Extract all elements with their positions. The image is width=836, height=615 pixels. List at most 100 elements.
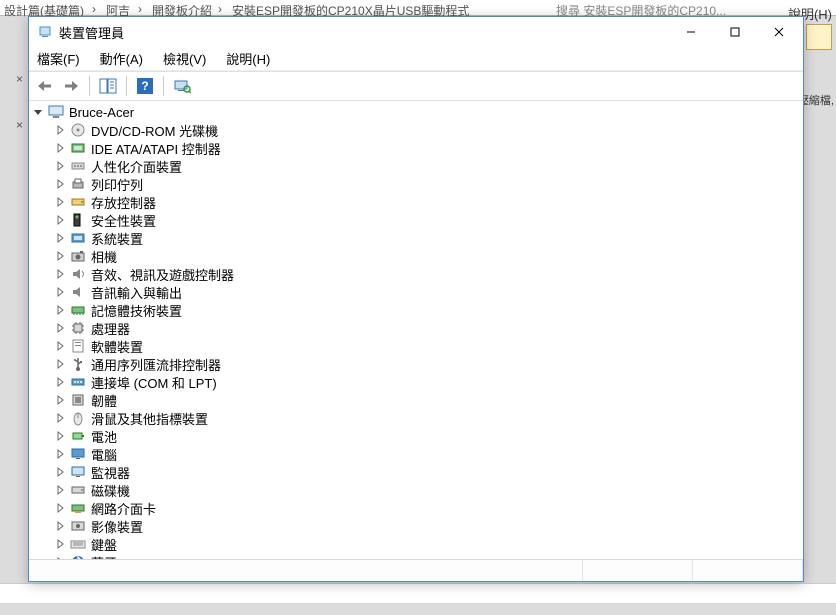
imaging-icon bbox=[69, 518, 87, 534]
toolbar-forward-button[interactable] bbox=[59, 74, 83, 98]
expander-closed-icon[interactable] bbox=[53, 159, 67, 173]
disk-icon bbox=[69, 482, 87, 498]
tree-node-mouse[interactable]: 滑鼠及其他指標裝置 bbox=[53, 409, 803, 427]
toolbar-scan-button[interactable] bbox=[170, 74, 194, 98]
menu-action[interactable]: 動作(A) bbox=[98, 47, 145, 70]
tree-node-label: 影像裝置 bbox=[91, 517, 143, 536]
storage-icon bbox=[69, 194, 87, 210]
menu-file[interactable]: 檔案(F) bbox=[35, 47, 82, 70]
minimize-button[interactable] bbox=[669, 18, 713, 46]
expander-closed-icon[interactable] bbox=[53, 357, 67, 371]
expander-closed-icon[interactable] bbox=[53, 447, 67, 461]
expander-closed-icon[interactable] bbox=[53, 519, 67, 533]
security-icon bbox=[69, 212, 87, 228]
monitor-icon bbox=[69, 446, 87, 462]
tree-node-memory[interactable]: 記憶體技術裝置 bbox=[53, 301, 803, 319]
expander-closed-icon[interactable] bbox=[53, 429, 67, 443]
tree-node-label: DVD/CD-ROM 光碟機 bbox=[91, 121, 218, 140]
background-close-x-icon: × bbox=[16, 72, 23, 86]
tree-node-label: 安全性裝置 bbox=[91, 211, 156, 230]
tree-node-computer[interactable]: 電腦 bbox=[53, 445, 803, 463]
app-icon bbox=[37, 24, 53, 40]
expander-closed-icon[interactable] bbox=[53, 231, 67, 245]
tree-node-software[interactable]: 軟體裝置 bbox=[53, 337, 803, 355]
expander-closed-icon[interactable] bbox=[53, 321, 67, 335]
tree-root-label: Bruce-Acer bbox=[69, 105, 134, 120]
firmware-icon bbox=[69, 392, 87, 408]
expander-closed-icon[interactable] bbox=[53, 537, 67, 551]
toolbar-back-button[interactable] bbox=[33, 74, 57, 98]
tree-node-battery[interactable]: 電池 bbox=[53, 427, 803, 445]
keyboard-icon bbox=[69, 536, 87, 552]
toolbar-show-hidden-button[interactable] bbox=[96, 74, 120, 98]
expander-closed-icon[interactable] bbox=[53, 177, 67, 191]
bg-arrow-icon: › bbox=[138, 2, 142, 16]
expander-closed-icon[interactable] bbox=[53, 303, 67, 317]
expander-closed-icon[interactable] bbox=[53, 483, 67, 497]
tree-node-ports[interactable]: 連接埠 (COM 和 LPT) bbox=[53, 373, 803, 391]
tree-node-label: 磁碟機 bbox=[91, 481, 130, 500]
tree-node-firmware[interactable]: 韌體 bbox=[53, 391, 803, 409]
tree-node-dvd[interactable]: DVD/CD-ROM 光碟機 bbox=[53, 121, 803, 139]
status-cell bbox=[693, 560, 803, 581]
background-side-icons bbox=[806, 24, 834, 78]
port-icon bbox=[69, 374, 87, 390]
expander-closed-icon[interactable] bbox=[53, 393, 67, 407]
camera-icon bbox=[69, 248, 87, 264]
maximize-button[interactable] bbox=[713, 18, 757, 46]
tree-node-label: 韌體 bbox=[91, 391, 117, 410]
system-icon bbox=[69, 230, 87, 246]
tree-node-hid[interactable]: 人性化介面裝置 bbox=[53, 157, 803, 175]
background-statusbar bbox=[0, 583, 836, 603]
menu-view[interactable]: 檢視(V) bbox=[161, 47, 208, 70]
tree-node-label: 音訊輸入與輸出 bbox=[91, 283, 182, 302]
expander-closed-icon[interactable] bbox=[53, 465, 67, 479]
expander-closed-icon[interactable] bbox=[53, 267, 67, 281]
expander-closed-icon[interactable] bbox=[53, 339, 67, 353]
svg-text:?: ? bbox=[141, 79, 148, 93]
tree-node-label: 記憶體技術裝置 bbox=[91, 301, 182, 320]
tree-node-imaging[interactable]: 影像裝置 bbox=[53, 517, 803, 535]
sound-icon bbox=[69, 266, 87, 282]
menu-help[interactable]: 說明(H) bbox=[224, 47, 272, 70]
expander-closed-icon[interactable] bbox=[53, 411, 67, 425]
tree-node-keyboard[interactable]: 鍵盤 bbox=[53, 535, 803, 553]
tree-node-disk[interactable]: 磁碟機 bbox=[53, 481, 803, 499]
tree-node-label: 存放控制器 bbox=[91, 193, 156, 212]
ide-icon bbox=[69, 140, 87, 156]
device-tree[interactable]: Bruce-Acer DVD/CD-ROM 光碟機IDE ATA/ATAPI 控… bbox=[29, 101, 803, 559]
tree-node-usb[interactable]: 通用序列匯流排控制器 bbox=[53, 355, 803, 373]
tree-node-label: 列印佇列 bbox=[91, 175, 143, 194]
titlebar[interactable]: 裝置管理員 bbox=[29, 17, 803, 47]
expander-closed-icon[interactable] bbox=[53, 195, 67, 209]
expander-closed-icon[interactable] bbox=[53, 123, 67, 137]
expander-closed-icon[interactable] bbox=[53, 375, 67, 389]
expander-open-icon[interactable] bbox=[31, 105, 45, 119]
expander-closed-icon[interactable] bbox=[53, 141, 67, 155]
expander-closed-icon[interactable] bbox=[53, 249, 67, 263]
tree-node-sound[interactable]: 音效、視訊及遊戲控制器 bbox=[53, 265, 803, 283]
tree-node-camera[interactable]: 相機 bbox=[53, 247, 803, 265]
tree-node-ide[interactable]: IDE ATA/ATAPI 控制器 bbox=[53, 139, 803, 157]
expander-closed-icon[interactable] bbox=[53, 213, 67, 227]
tree-node-security[interactable]: 安全性裝置 bbox=[53, 211, 803, 229]
device-manager-window: 裝置管理員 檔案(F) 動作(A) 檢視(V) 說明(H) bbox=[28, 16, 804, 582]
tree-node-label: 電池 bbox=[91, 427, 117, 446]
tree-node-label: 軟體裝置 bbox=[91, 337, 143, 356]
close-button[interactable] bbox=[757, 18, 801, 46]
expander-closed-icon[interactable] bbox=[53, 285, 67, 299]
tree-node-label: 監視器 bbox=[91, 463, 130, 482]
tree-node-printq[interactable]: 列印佇列 bbox=[53, 175, 803, 193]
tree-root-node[interactable]: Bruce-Acer bbox=[31, 103, 803, 121]
software-icon bbox=[69, 338, 87, 354]
window-title: 裝置管理員 bbox=[59, 23, 669, 42]
tree-node-monitor[interactable]: 監視器 bbox=[53, 463, 803, 481]
expander-closed-icon[interactable] bbox=[53, 501, 67, 515]
tree-node-system[interactable]: 系統裝置 bbox=[53, 229, 803, 247]
tree-node-network[interactable]: 網路介面卡 bbox=[53, 499, 803, 517]
tree-node-cpu[interactable]: 處理器 bbox=[53, 319, 803, 337]
toolbar-help-button[interactable]: ? bbox=[133, 74, 157, 98]
statusbar bbox=[29, 559, 803, 581]
tree-node-storage[interactable]: 存放控制器 bbox=[53, 193, 803, 211]
tree-node-audioio[interactable]: 音訊輸入與輸出 bbox=[53, 283, 803, 301]
